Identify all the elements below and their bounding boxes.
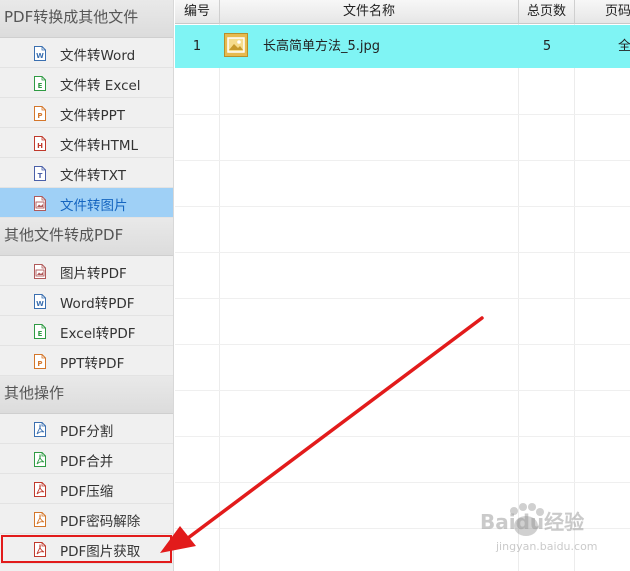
file-table: 编号 文件名称 总页数 页码 1 长高简单方法_5.jpg 5 全 [175, 0, 630, 571]
row-filename: 长高简单方法_5.jpg [263, 39, 381, 54]
pdf-file-icon [34, 482, 46, 497]
section-header-pdf-to-other[interactable]: PDF转换成其他文件 [0, 0, 173, 38]
sidebar-item-pdf-unlock[interactable]: PDF密码解除 [0, 504, 173, 534]
sidebar-item-label: 文件转PPT [60, 108, 126, 124]
column-header-page-range[interactable]: 页码 [575, 0, 630, 24]
ppt-file-icon: P [34, 354, 46, 369]
svg-text:W: W [36, 300, 44, 308]
sidebar-item-to-txt[interactable]: T 文件转TXT [0, 158, 173, 188]
row-page-range: 全 [618, 39, 630, 54]
sidebar-item-to-html[interactable]: H 文件转HTML [0, 128, 173, 158]
svg-text:P: P [37, 360, 42, 368]
sidebar-item-label: PDF合并 [60, 454, 114, 470]
column-header-number[interactable]: 编号 [175, 0, 220, 24]
image-file-icon [34, 196, 46, 211]
sidebar-item-label: 图片转PDF [60, 266, 127, 282]
sidebar-item-word-to-pdf[interactable]: W Word转PDF [0, 286, 173, 316]
sidebar-item-label: Word转PDF [60, 296, 135, 312]
sidebar: PDF转换成其他文件 W 文件转Word E 文件转 Excel P 文件转PPT H… [0, 0, 174, 571]
sidebar-item-to-word[interactable]: W 文件转Word [0, 38, 173, 68]
sidebar-item-image-to-pdf[interactable]: 图片转PDF [0, 256, 173, 286]
sidebar-item-label: 文件转Word [60, 48, 136, 64]
sidebar-item-label: PDF分割 [60, 424, 114, 440]
column-header-pages[interactable]: 总页数 [519, 0, 575, 24]
sidebar-item-excel-to-pdf[interactable]: E Excel转PDF [0, 316, 173, 346]
word-file-icon: W [34, 294, 46, 309]
excel-file-icon: E [34, 76, 46, 91]
sidebar-item-label: PDF压缩 [60, 484, 114, 500]
pdf-file-icon [34, 542, 46, 557]
sidebar-item-label: 文件转HTML [60, 138, 139, 154]
row-number: 1 [192, 39, 202, 54]
sidebar-item-label: 文件转图片 [60, 198, 128, 214]
sidebar-item-pdf-merge[interactable]: PDF合并 [0, 444, 173, 474]
sidebar-item-label: 文件转TXT [60, 168, 127, 184]
sidebar-item-pdf-split[interactable]: PDF分割 [0, 414, 173, 444]
svg-text:E: E [38, 330, 43, 338]
html-file-icon: H [34, 136, 46, 151]
pdf-file-icon [34, 452, 46, 467]
sidebar-item-label: Excel转PDF [60, 326, 136, 342]
excel-file-icon: E [34, 324, 46, 339]
baidu-watermark: Baidu经验 jingyan.baidu.com [476, 496, 626, 558]
sidebar-item-label: PPT转PDF [60, 356, 125, 372]
sidebar-item-pdf-compress[interactable]: PDF压缩 [0, 474, 173, 504]
pdf-file-icon [34, 422, 46, 437]
sidebar-item-to-ppt[interactable]: P 文件转PPT [0, 98, 173, 128]
sidebar-item-label: 文件转 Excel [60, 78, 141, 94]
svg-text:E: E [38, 82, 43, 90]
pdf-file-icon [34, 512, 46, 527]
section-header-other-to-pdf[interactable]: 其他文件转成PDF [0, 218, 173, 256]
column-header-filename[interactable]: 文件名称 [220, 0, 519, 24]
svg-text:P: P [37, 112, 42, 120]
sidebar-item-pdf-extract-images[interactable]: PDF图片获取 [0, 534, 173, 564]
sidebar-item-label: PDF密码解除 [60, 514, 141, 530]
row-page-count: 5 [542, 39, 552, 54]
ppt-file-icon: P [34, 106, 46, 121]
sidebar-item-ppt-to-pdf[interactable]: P PPT转PDF [0, 346, 173, 376]
table-row[interactable]: 1 长高简单方法_5.jpg 5 全 [175, 25, 630, 68]
sidebar-item-label: PDF图片获取 [60, 544, 141, 560]
image-thumbnail-icon [224, 33, 248, 57]
image-file-icon [34, 264, 46, 279]
svg-text:W: W [36, 52, 44, 60]
sidebar-item-to-image[interactable]: 文件转图片 [0, 188, 173, 218]
svg-text:T: T [38, 172, 43, 180]
watermark-url: jingyan.baidu.com [496, 540, 598, 553]
section-header-other-ops[interactable]: 其他操作 [0, 376, 173, 414]
svg-text:H: H [37, 142, 43, 150]
watermark-brand: Baidu经验 [480, 510, 585, 534]
word-file-icon: W [34, 46, 46, 61]
sidebar-item-to-excel[interactable]: E 文件转 Excel [0, 68, 173, 98]
txt-file-icon: T [34, 166, 46, 181]
